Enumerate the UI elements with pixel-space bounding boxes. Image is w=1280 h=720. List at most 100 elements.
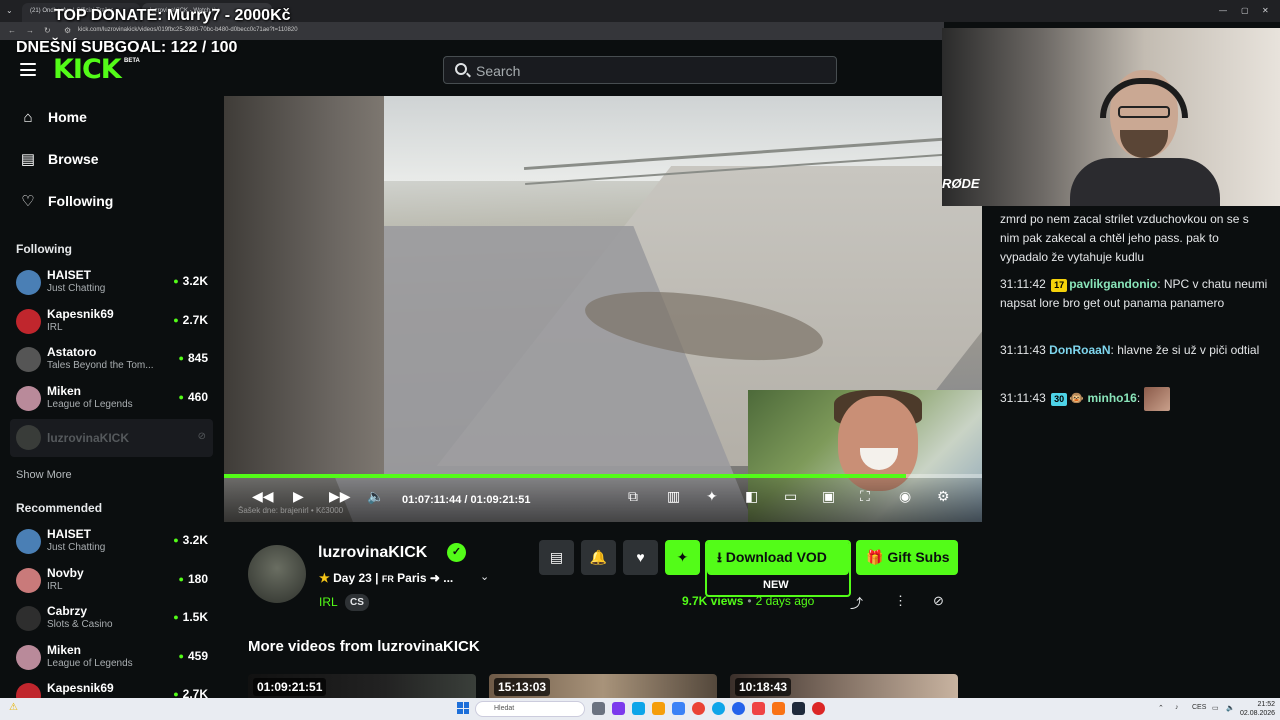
rewind-icon[interactable]: ◀◀ xyxy=(252,488,274,505)
stream-title: ★ Day 23 | FR Paris ➜ ... xyxy=(319,571,453,585)
fullscreen-icon[interactable]: ⛶ xyxy=(860,488,870,505)
chat-username[interactable]: DonRoaaN xyxy=(1049,343,1110,357)
volume-icon[interactable]: 🔈 xyxy=(367,488,384,505)
sparkle-icon[interactable]: ✦ xyxy=(706,488,718,505)
notes-button[interactable]: ▤ xyxy=(539,540,574,575)
language-indicator[interactable]: CES xyxy=(1192,704,1206,711)
taskbar-clock[interactable]: 21:52 02.08.2026 xyxy=(1240,700,1275,718)
chevron-down-icon[interactable]: ⌄ xyxy=(480,570,489,583)
close-icon[interactable]: ✕ xyxy=(1262,6,1269,15)
notification-button[interactable]: 🔔 xyxy=(581,540,616,575)
current-time: 01:07:11:44 xyxy=(402,494,462,506)
fast-forward-icon[interactable]: ▶▶ xyxy=(329,488,351,505)
network-icon[interactable]: ▭ xyxy=(1212,704,1219,712)
channel-name: luzrovinaKICK xyxy=(47,431,130,445)
boost-button[interactable]: ✦ xyxy=(665,540,700,575)
steam-icon[interactable] xyxy=(792,702,805,715)
settings-icon[interactable]: ⚙ xyxy=(937,488,950,505)
more-options-icon[interactable]: ⋮ xyxy=(894,593,907,609)
pip-icon[interactable]: ◧ xyxy=(745,488,758,505)
cast-icon[interactable]: ▭ xyxy=(784,488,797,505)
sidebar-rec-kapesnik69[interactable]: Kapesnik69 2.7K xyxy=(10,677,213,698)
subgoal-overlay: DNEŠNÍ SUBGOAL: 122 / 100 xyxy=(16,39,238,56)
video-thumbnail[interactable]: 15:13:03 xyxy=(489,674,717,698)
reload-icon[interactable]: ↻ xyxy=(44,26,51,35)
app-icon[interactable] xyxy=(612,702,625,715)
nav-following[interactable]: ♡ Following xyxy=(0,180,210,222)
channel-name-heading[interactable]: luzrovinaKICK xyxy=(318,544,427,562)
sidebar-channel-miken[interactable]: Miken League of Legends 460 xyxy=(10,380,213,418)
channel-name: Novby xyxy=(47,566,84,580)
video-player[interactable]: ◀◀ ▶ ▶▶ 🔈 01:07:11:44 / 01:09:21:51 ⧉ ▥ … xyxy=(224,96,982,522)
webcam-overlay: RØDE xyxy=(942,28,1280,206)
channel-avatar[interactable] xyxy=(248,545,306,603)
search-input[interactable]: Search xyxy=(443,56,837,84)
gift-subs-button[interactable]: 🎁 Gift Subs xyxy=(856,540,958,575)
browse-icon: ▤ xyxy=(20,151,36,168)
minimize-icon[interactable]: — xyxy=(1219,6,1227,15)
more-videos-heading: More videos from luzrovinaKICK xyxy=(248,638,480,655)
app-icon[interactable] xyxy=(772,702,785,715)
sidebar-channel-astatoro[interactable]: Astatoro Tales Beyond the Tom... 845 xyxy=(10,341,213,379)
maximize-icon[interactable]: ▢ xyxy=(1241,6,1249,15)
avatar xyxy=(16,568,41,593)
category-link[interactable]: IRL xyxy=(319,595,338,609)
video-thumbnail[interactable]: 10:18:43 xyxy=(730,674,958,698)
theater-mode-icon[interactable]: ▣ xyxy=(822,488,835,505)
video-thumbnail[interactable]: 01:09:21:51 xyxy=(248,674,476,698)
windows-taskbar: Hledat ⌃ ♪ CES ▭ 🔈 21:52 02.08.2026 xyxy=(0,698,1280,720)
chat-username[interactable]: pavlikgandonio xyxy=(1069,277,1157,291)
tab-search-icon[interactable]: ⌄ xyxy=(6,6,13,15)
sidebar-channel-haiset[interactable]: HAISET Just Chatting 3.2K xyxy=(10,264,213,302)
nav-browse[interactable]: ▤ Browse xyxy=(0,138,210,180)
back-icon[interactable]: ← xyxy=(8,26,16,35)
follow-button[interactable]: ♥ xyxy=(623,540,658,575)
app-icon[interactable] xyxy=(672,702,685,715)
thumbnail-duration: 01:09:21:51 xyxy=(253,678,327,696)
kick-logo[interactable]: KICK xyxy=(53,54,122,85)
tray-chevron-icon[interactable]: ⌃ xyxy=(1158,704,1164,712)
share-icon[interactable]: ⤴ xyxy=(850,593,863,612)
star-icon: ★ xyxy=(319,571,330,585)
nav-home[interactable]: ⌂ Home xyxy=(0,96,210,138)
new-badge: NEW xyxy=(763,579,789,591)
clip-icon[interactable]: ⧉ xyxy=(628,488,638,505)
autoplay-icon[interactable]: ◉ xyxy=(899,488,911,505)
warning-icon[interactable]: ⚠ xyxy=(9,702,18,713)
sidebar-rec-novby[interactable]: Novby IRL 180 xyxy=(10,562,213,600)
sidebar-rec-cabrzy[interactable]: Cabrzy Slots & Casino 1.5K xyxy=(10,600,213,638)
avatar xyxy=(16,683,41,698)
task-view-icon[interactable] xyxy=(592,702,605,715)
site-info-icon[interactable]: ⚙ xyxy=(64,26,71,35)
app-icon[interactable] xyxy=(752,702,765,715)
sidebar-channel-active[interactable]: luzrovinaKICK ⊘ xyxy=(10,419,213,457)
menu-icon[interactable] xyxy=(20,63,36,76)
url-text[interactable]: kick.com/luzrovinakick/videos/019fbc25-3… xyxy=(78,27,298,33)
download-vod-button[interactable]: ⭳ Download VOD xyxy=(707,540,849,575)
sidebar-rec-haiset[interactable]: HAISET Just Chatting 3.2K xyxy=(10,523,213,561)
chat-username[interactable]: minho16 xyxy=(1087,391,1136,405)
channel-category: League of Legends xyxy=(47,399,133,410)
tray-icon[interactable]: ♪ xyxy=(1175,704,1179,711)
show-more-button[interactable]: Show More xyxy=(16,469,72,481)
posted-date: 2 days ago xyxy=(755,594,815,608)
app-icon[interactable] xyxy=(632,702,645,715)
edge-icon[interactable] xyxy=(712,702,725,715)
stats-icon[interactable]: ▥ xyxy=(667,488,680,505)
play-icon[interactable]: ▶ xyxy=(293,488,304,505)
sidebar-rec-miken[interactable]: Miken League of Legends 459 xyxy=(10,639,213,677)
chat-message-text: zmrd po nem zacal strilet vzduchovkou on… xyxy=(1000,212,1249,264)
chrome-icon[interactable] xyxy=(692,702,705,715)
app-icon[interactable] xyxy=(812,702,825,715)
volume-tray-icon[interactable]: 🔈 xyxy=(1226,704,1235,712)
taskbar-search[interactable]: Hledat xyxy=(475,701,585,717)
app-icon[interactable] xyxy=(732,702,745,715)
video-frame-wall xyxy=(224,96,384,476)
file-explorer-icon[interactable] xyxy=(652,702,665,715)
forward-icon[interactable]: → xyxy=(26,26,34,35)
sidebar-channel-kapesnik69[interactable]: Kapesnik69 IRL 2.7K xyxy=(10,303,213,341)
viewer-count: 180 xyxy=(179,572,208,586)
windows-start-icon[interactable] xyxy=(457,702,469,714)
chat-timestamp: 31:11:43 xyxy=(1000,343,1046,357)
hide-chat-icon[interactable]: ⊘ xyxy=(933,593,944,609)
